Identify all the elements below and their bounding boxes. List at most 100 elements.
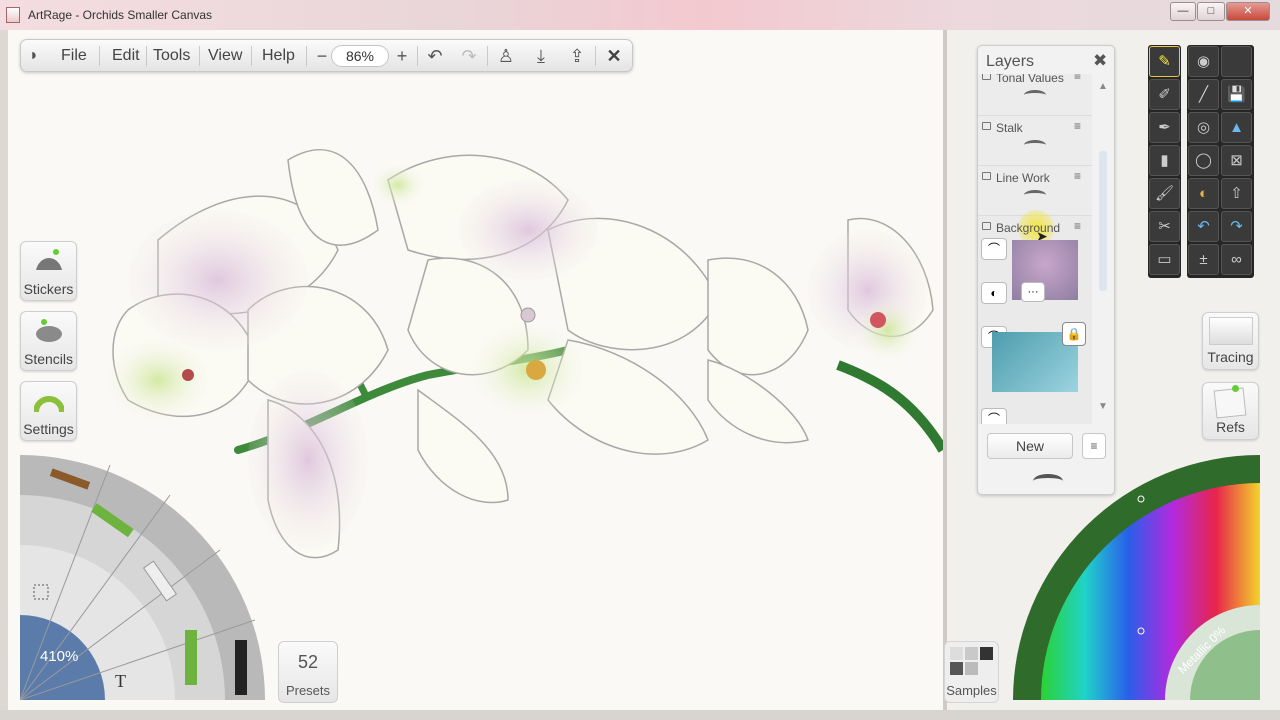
layer-expand-icon[interactable]	[1024, 90, 1046, 100]
close-icon[interactable]: ✕	[601, 44, 627, 68]
layer-row[interactable]: Stalk ≡	[978, 116, 1092, 166]
ink-pen-icon[interactable]: ✒	[1149, 112, 1180, 143]
redo-icon[interactable]: ↷	[1221, 211, 1252, 242]
layers-close-button[interactable]: ✖	[1093, 51, 1107, 71]
tool-wheel[interactable]: 410% T	[20, 455, 265, 700]
layer-expand-icon[interactable]	[1024, 140, 1046, 150]
window-bottom-border	[0, 710, 1280, 720]
layer-menu-icon[interactable]: ≡	[1074, 219, 1081, 233]
export-icon[interactable]: ⇪	[564, 44, 590, 68]
menu-divider	[417, 46, 418, 66]
layer-group-background[interactable]: Background ≡ ➤ ⌒ ◐ ··· ⌒ 🔒 ⌒	[978, 210, 1092, 424]
layer-visibility-checkbox[interactable]	[982, 172, 991, 180]
refs-label: Refs	[1216, 419, 1245, 435]
marker-icon[interactable]: ✐	[1149, 79, 1180, 110]
palette-knife-icon[interactable]: ✂	[1149, 211, 1180, 242]
layer-menu-icon[interactable]: ≡	[1074, 119, 1081, 133]
menu-help[interactable]: Help	[254, 40, 303, 72]
menu-view[interactable]: View	[200, 40, 250, 72]
layers-panel: Layers ✖ Tonal Values ≡ Stalk ≡ Line Wor…	[977, 45, 1115, 495]
settings-label: Settings	[23, 421, 74, 437]
collapse-icon[interactable]: ⌒	[981, 408, 1007, 424]
empty-slot-icon[interactable]	[1221, 46, 1252, 77]
menu-divider	[99, 46, 100, 66]
transform-icon[interactable]: ⊠	[1221, 145, 1252, 176]
layer-visibility-checkbox[interactable]	[982, 74, 991, 80]
grip-icon[interactable]: ◗	[23, 44, 45, 68]
menu-divider	[251, 46, 252, 66]
brush-size-value[interactable]: 410%	[40, 648, 78, 665]
color-sampler-icon[interactable]: ◐	[1188, 178, 1219, 209]
text-tool-icon[interactable]: T	[115, 671, 126, 692]
layer-row[interactable]: Tonal Values ≡	[978, 74, 1092, 116]
settings-button[interactable]: Settings	[20, 381, 77, 441]
layer-name: Line Work	[996, 171, 1050, 185]
menu-divider	[487, 46, 488, 66]
layer-name: Tonal Values	[996, 74, 1064, 85]
samples-label: Samples	[946, 683, 997, 698]
maximize-button[interactable]: □	[1197, 2, 1225, 21]
folder-icon	[982, 222, 991, 230]
menu-divider	[595, 46, 596, 66]
tracing-button[interactable]: Tracing	[1202, 312, 1259, 370]
more-options-button[interactable]: ···	[1021, 282, 1045, 302]
zoom-in-button[interactable]: +	[390, 44, 414, 68]
color-picker[interactable]: Metallic 0%	[1013, 455, 1260, 700]
save-icon[interactable]: 💾	[1221, 79, 1252, 110]
stickers-button[interactable]: Stickers	[20, 241, 77, 301]
scissors-icon[interactable]: ∞	[1221, 244, 1252, 275]
close-window-button[interactable]: ✕	[1226, 2, 1270, 21]
undo-icon[interactable]: ↶	[1188, 211, 1219, 242]
zoom-level[interactable]: 86%	[331, 45, 389, 67]
layer-menu-icon[interactable]: ≡	[1074, 169, 1081, 183]
layer-expand-icon[interactable]	[1024, 190, 1046, 200]
presets-label: Presets	[285, 683, 331, 698]
eraser-icon[interactable]: ▭	[1149, 244, 1180, 275]
presets-button[interactable]: 52 Presets	[278, 641, 338, 703]
collapse-icon[interactable]: ⌒	[981, 238, 1007, 260]
pin-icon	[1232, 385, 1239, 392]
pencil-icon[interactable]: ✎	[1149, 46, 1180, 77]
menu-edit[interactable]: Edit	[104, 40, 148, 72]
refs-button[interactable]: Refs	[1202, 382, 1259, 440]
app-icon	[6, 7, 20, 23]
window-title: ArtRage - Orchids Smaller Canvas	[28, 8, 213, 22]
samples-button[interactable]: Samples	[944, 641, 999, 703]
layer-menu-icon[interactable]: ≡	[1074, 74, 1081, 83]
airbrush-icon[interactable]: ◎	[1188, 112, 1219, 143]
lock-icon[interactable]: 🔒	[1062, 322, 1086, 346]
import-icon[interactable]: ⤓	[528, 44, 554, 68]
layer-visibility-checkbox[interactable]	[982, 122, 991, 130]
refs-icon	[1213, 387, 1247, 419]
move-icon[interactable]: ⇧	[1221, 178, 1252, 209]
samples-grid-icon	[950, 647, 994, 677]
stickers-icon	[36, 249, 62, 270]
canvas-position-icon[interactable]: ♙	[493, 44, 519, 68]
layers-scrollbar[interactable]: ▲ ▼	[1096, 81, 1110, 421]
layer-name: Stalk	[996, 121, 1023, 135]
scroll-down-icon[interactable]: ▼	[1098, 401, 1108, 412]
scroll-thumb[interactable]	[1099, 151, 1107, 291]
settings-icon	[34, 396, 64, 413]
menu-divider	[306, 46, 307, 66]
redo-icon[interactable]: ↷	[456, 44, 482, 68]
menu-tools[interactable]: Tools	[145, 40, 198, 72]
stencils-button[interactable]: Stencils	[20, 311, 77, 371]
chalk-icon[interactable]: ▮	[1149, 145, 1180, 176]
tool-options-grid: ◉ ╱ 💾 ◎ ▲ ◯ ⊠ ◐ ⇧ ↶ ↷ ± ∞	[1187, 45, 1254, 278]
minimize-button[interactable]: —	[1170, 2, 1196, 21]
layer-row[interactable]: Line Work ≡	[978, 166, 1092, 216]
color-picker-icon[interactable]: ◉	[1188, 46, 1219, 77]
tracing-label: Tracing	[1207, 349, 1254, 365]
blend-mode-icon[interactable]: ◐	[981, 282, 1007, 304]
add-layer-icon[interactable]: ±	[1188, 244, 1219, 275]
fill-icon[interactable]: ▲	[1221, 112, 1252, 143]
paint-brush-icon[interactable]: 🖌	[1149, 178, 1180, 209]
undo-icon[interactable]: ↶	[422, 44, 448, 68]
scroll-up-icon[interactable]: ▲	[1098, 81, 1108, 92]
stickers-label: Stickers	[23, 281, 74, 297]
menu-file[interactable]: File	[53, 40, 95, 72]
lasso-icon[interactable]: ◯	[1188, 145, 1219, 176]
tracing-icon	[1209, 317, 1253, 345]
line-icon[interactable]: ╱	[1188, 79, 1219, 110]
